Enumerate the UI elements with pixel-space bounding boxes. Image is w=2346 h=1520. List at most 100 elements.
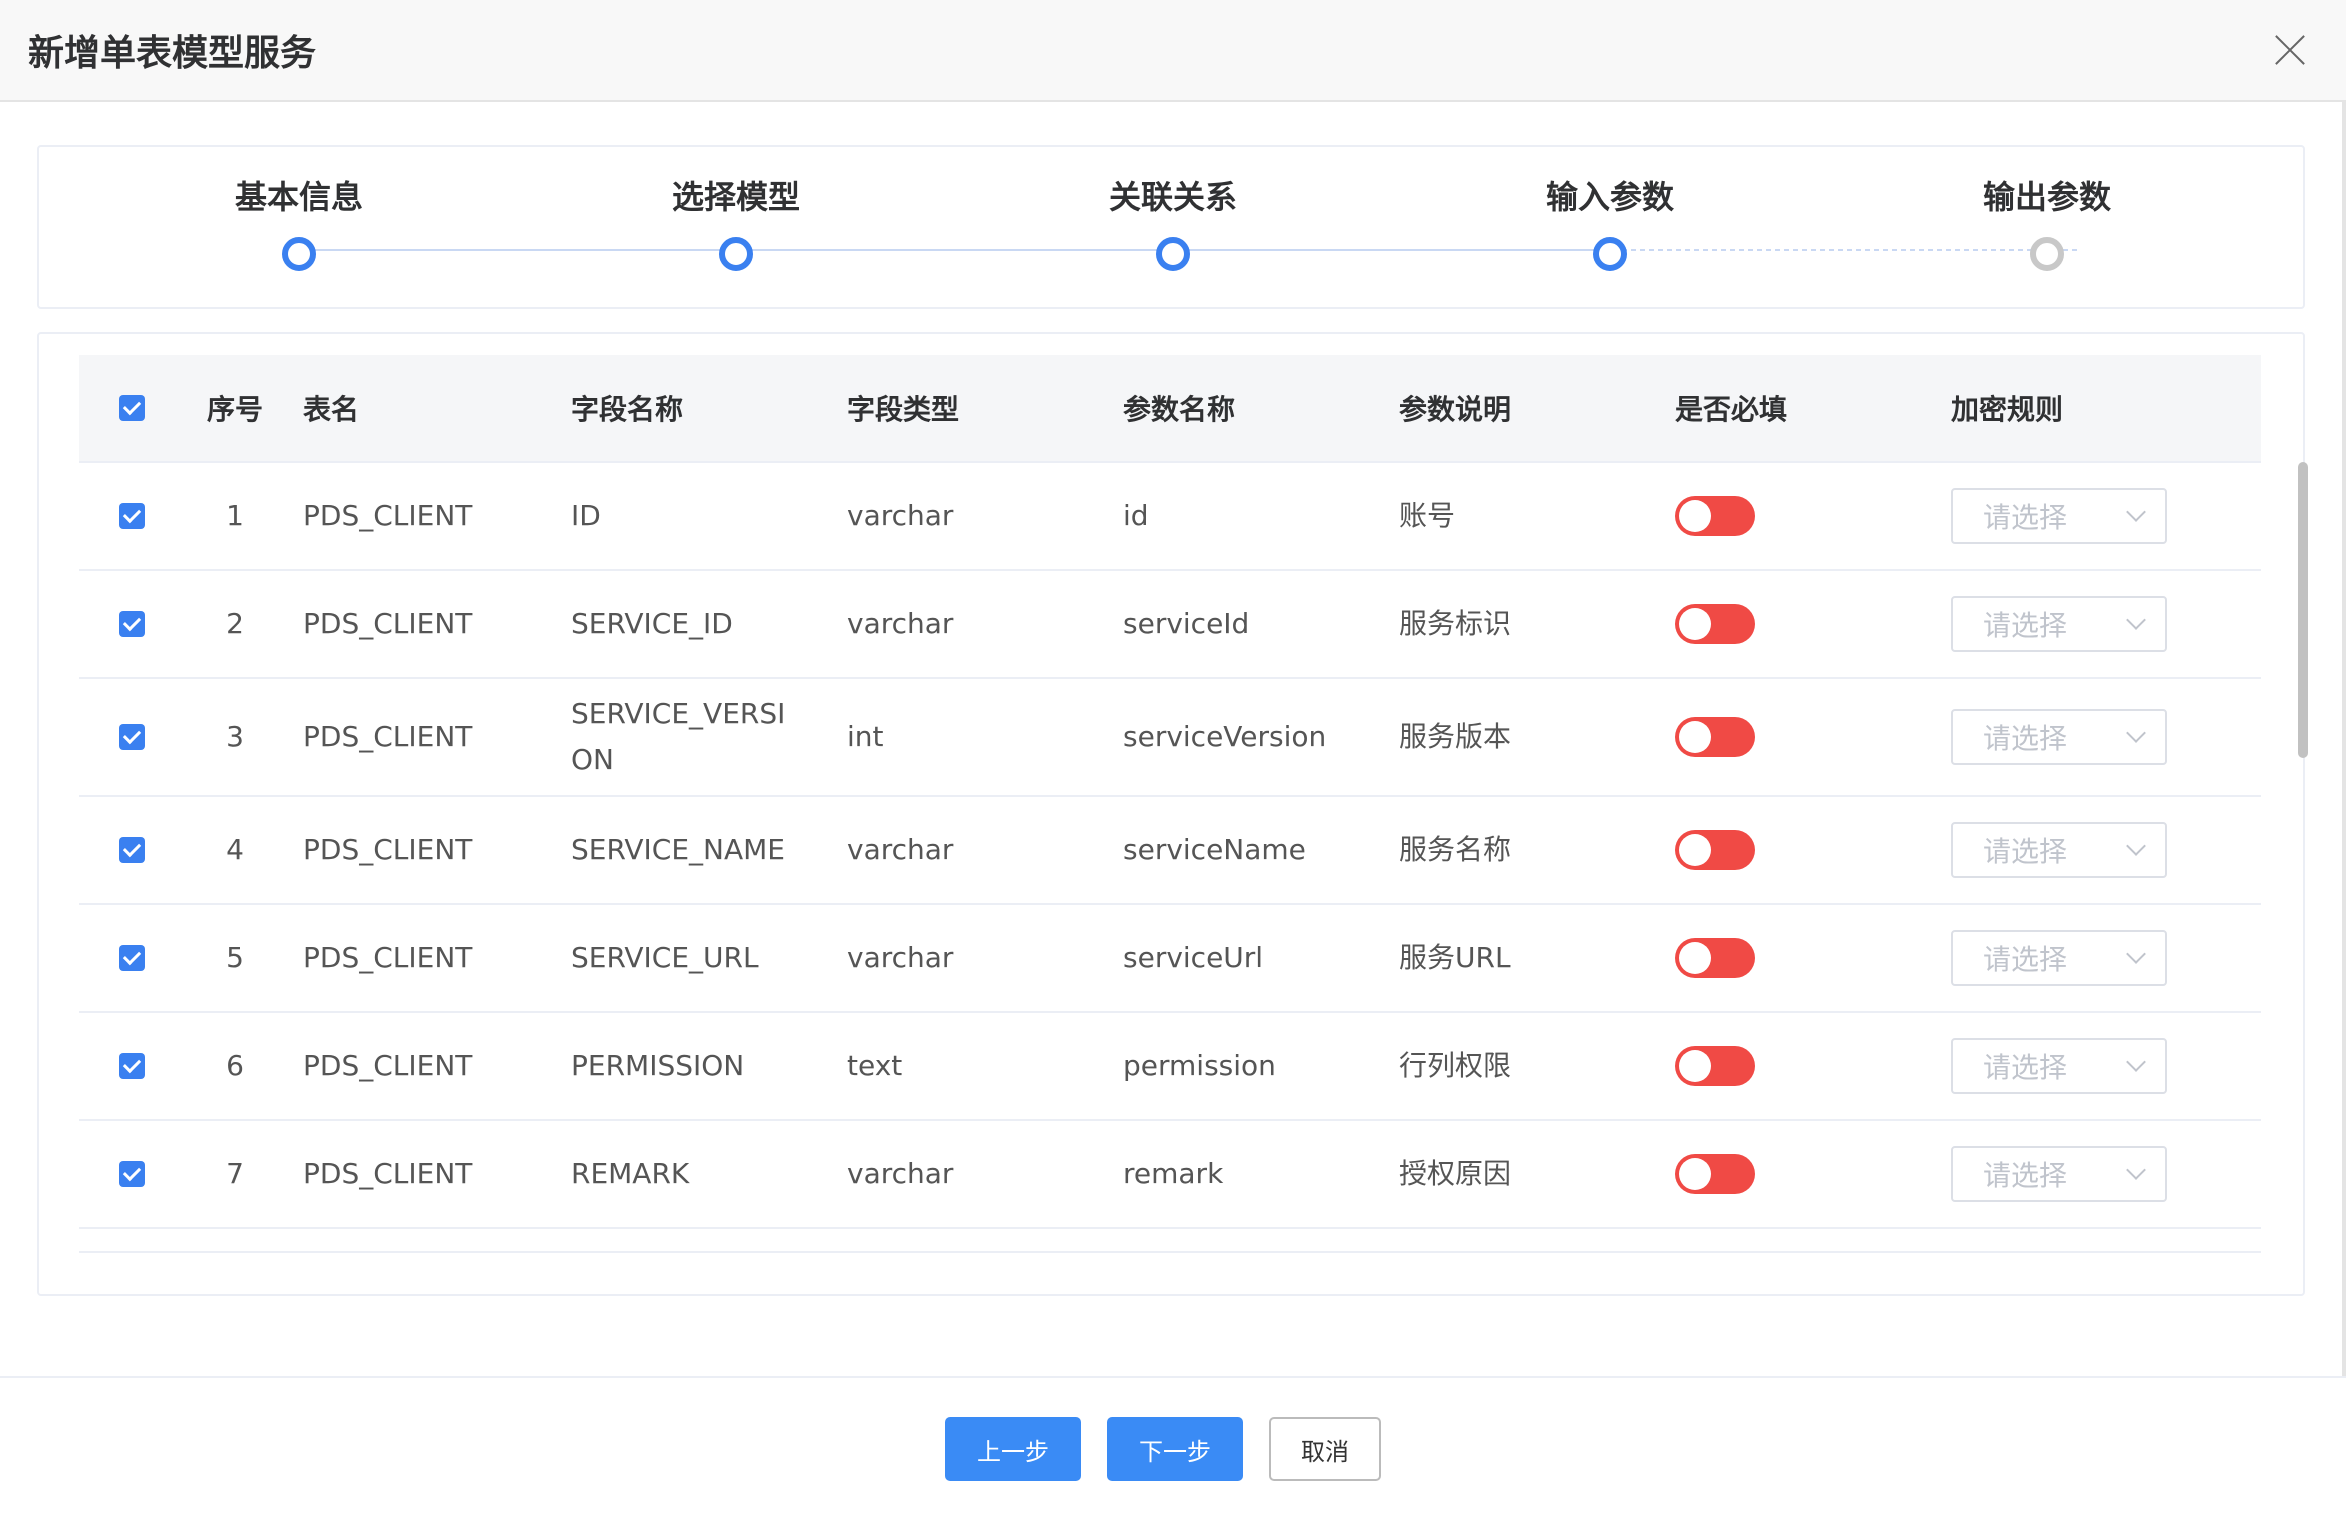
row-param-name: serviceId <box>1123 607 1250 640</box>
required-toggle[interactable] <box>1675 496 1755 536</box>
encryption-select[interactable]: 请选择 <box>1951 1146 2167 1202</box>
step-dot-icon <box>1593 237 1627 271</box>
select-placeholder: 请选择 <box>1983 835 2068 868</box>
row-field-type: varchar <box>847 499 954 532</box>
row-field-name: SERVICE_ID <box>571 607 733 640</box>
select-placeholder: 请选择 <box>1983 1051 2068 1084</box>
chevron-down-icon <box>2126 723 2146 743</box>
row-param-name: serviceUrl <box>1123 941 1264 974</box>
step-output-params[interactable]: 输出参数 <box>1937 147 2157 271</box>
row-param-name: id <box>1123 499 1149 532</box>
table-row: 4 PDS_CLIENT SERVICE_NAME varchar servic… <box>79 797 2261 905</box>
row-field-type: int <box>847 720 884 753</box>
encryption-select[interactable]: 请选择 <box>1951 1038 2167 1094</box>
header-table-name: 表名 <box>303 393 360 426</box>
row-param-name: permission <box>1123 1049 1276 1082</box>
select-placeholder: 请选择 <box>1983 722 2068 755</box>
row-required-cell <box>1675 938 1951 978</box>
row-param-desc: 服务版本 <box>1399 720 1512 753</box>
row-table-name: PDS_CLIENT <box>303 833 473 866</box>
dialog-title: 新增单表模型服务 <box>28 33 317 74</box>
row-param-desc: 授权原因 <box>1399 1157 1512 1190</box>
required-toggle[interactable] <box>1675 1154 1755 1194</box>
table-row-partial <box>79 1229 2261 1253</box>
step-dot-icon <box>719 237 753 271</box>
row-field-name: PERMISSION <box>571 1049 745 1082</box>
dialog-edge <box>2342 102 2346 1376</box>
row-no: 4 <box>226 833 244 866</box>
cancel-button[interactable]: 取消 <box>1269 1417 1381 1481</box>
table-row: 5 PDS_CLIENT SERVICE_URL varchar service… <box>79 905 2261 1013</box>
close-icon[interactable] <box>2270 30 2310 70</box>
row-checkbox[interactable] <box>119 503 145 529</box>
next-step-button[interactable]: 下一步 <box>1107 1417 1243 1481</box>
row-checkbox[interactable] <box>119 724 145 750</box>
row-encryption-cell: 请选择 <box>1951 488 2211 544</box>
chevron-down-icon <box>2126 836 2146 856</box>
row-field-type: varchar <box>847 1157 954 1190</box>
required-toggle[interactable] <box>1675 1046 1755 1086</box>
row-required-cell <box>1675 1046 1951 1086</box>
row-table-name: PDS_CLIENT <box>303 720 473 753</box>
select-all-checkbox[interactable] <box>119 395 145 421</box>
step-input-params[interactable]: 输入参数 <box>1500 147 1720 271</box>
row-field-name: SERVICE_VERSI ON <box>571 697 786 776</box>
required-toggle[interactable] <box>1675 717 1755 757</box>
required-toggle[interactable] <box>1675 938 1755 978</box>
table-row: 6 PDS_CLIENT PERMISSION text permission … <box>79 1013 2261 1121</box>
row-encryption-cell: 请选择 <box>1951 596 2211 652</box>
step-basic-info[interactable]: 基本信息 <box>189 147 409 271</box>
row-required-cell <box>1675 604 1951 644</box>
row-checkbox[interactable] <box>119 945 145 971</box>
row-field-type: varchar <box>847 941 954 974</box>
header-param-name: 参数名称 <box>1123 393 1236 426</box>
table-scrollbar[interactable] <box>2298 462 2308 758</box>
row-encryption-cell: 请选择 <box>1951 1146 2211 1202</box>
select-placeholder: 请选择 <box>1983 943 2068 976</box>
header-field-name: 字段名称 <box>571 393 684 426</box>
row-param-desc: 服务名称 <box>1399 833 1512 866</box>
row-no: 6 <box>226 1049 244 1082</box>
required-toggle[interactable] <box>1675 830 1755 870</box>
header-field-type: 字段类型 <box>847 393 960 426</box>
row-param-desc: 服务URL <box>1399 941 1511 974</box>
select-placeholder: 请选择 <box>1983 1159 2068 1192</box>
chevron-down-icon <box>2126 610 2146 630</box>
select-placeholder: 请选择 <box>1983 501 2068 534</box>
row-checkbox[interactable] <box>119 1161 145 1187</box>
row-param-name: serviceVersion <box>1123 720 1327 753</box>
row-field-name: SERVICE_NAME <box>571 833 785 866</box>
step-relations[interactable]: 关联关系 <box>1063 147 1283 271</box>
row-field-name: SERVICE_URL <box>571 941 759 974</box>
row-table-name: PDS_CLIENT <box>303 941 473 974</box>
step-select-model[interactable]: 选择模型 <box>626 147 846 271</box>
dialog: 新增单表模型服务 基本信息 选择模型 关联关系 输入参数 输出参数 序号 表名 … <box>0 0 2346 1520</box>
header-encryption: 加密规则 <box>1951 393 2064 426</box>
step-connector-done <box>299 249 1613 251</box>
encryption-select[interactable]: 请选择 <box>1951 596 2167 652</box>
row-param-desc: 账号 <box>1399 499 1456 532</box>
table-header: 序号 表名 字段名称 字段类型 参数名称 参数说明 是否必填 加密规则 <box>79 355 2261 463</box>
row-field-type: varchar <box>847 833 954 866</box>
row-checkbox[interactable] <box>119 611 145 637</box>
row-table-name: PDS_CLIENT <box>303 499 473 532</box>
row-checkbox[interactable] <box>119 1053 145 1079</box>
chevron-down-icon <box>2126 1160 2146 1180</box>
row-encryption-cell: 请选择 <box>1951 1038 2211 1094</box>
step-dot-icon <box>282 237 316 271</box>
encryption-select[interactable]: 请选择 <box>1951 488 2167 544</box>
encryption-select[interactable]: 请选择 <box>1951 822 2167 878</box>
prev-step-button[interactable]: 上一步 <box>945 1417 1081 1481</box>
encryption-select[interactable]: 请选择 <box>1951 709 2167 765</box>
required-toggle[interactable] <box>1675 604 1755 644</box>
chevron-down-icon <box>2126 1052 2146 1072</box>
params-table: 序号 表名 字段名称 字段类型 参数名称 参数说明 是否必填 加密规则 1 PD… <box>79 355 2261 1253</box>
row-field-name: ID <box>571 499 601 532</box>
encryption-select[interactable]: 请选择 <box>1951 930 2167 986</box>
row-table-name: PDS_CLIENT <box>303 607 473 640</box>
row-encryption-cell: 请选择 <box>1951 709 2211 765</box>
row-checkbox[interactable] <box>119 837 145 863</box>
chevron-down-icon <box>2126 944 2146 964</box>
select-placeholder: 请选择 <box>1983 609 2068 642</box>
step-label: 选择模型 <box>671 178 800 216</box>
